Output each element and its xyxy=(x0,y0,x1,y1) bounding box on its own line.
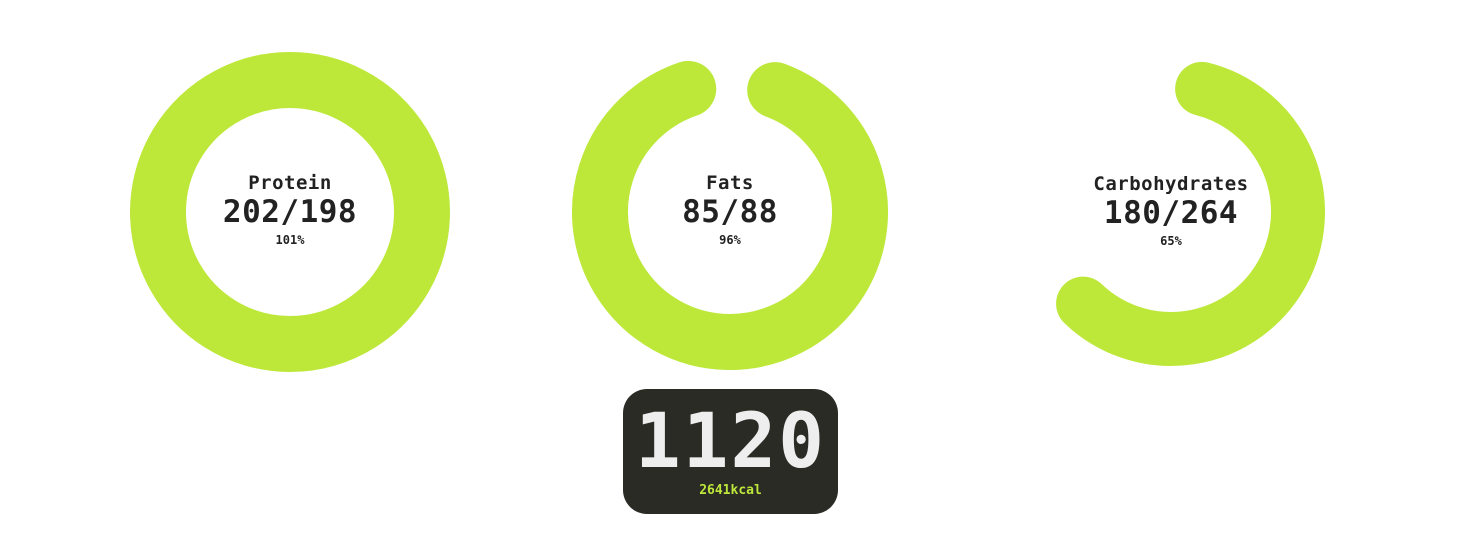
protein-summary: Protein 202/198 101% xyxy=(170,172,410,248)
protein-percent: 101% xyxy=(275,233,305,247)
carbohydrates-label: Carbohydrates xyxy=(1093,173,1249,195)
fats-value: 85/88 xyxy=(682,194,778,230)
protein-value: 202/198 xyxy=(222,194,358,230)
carbohydrates-percent: 65% xyxy=(1160,234,1182,248)
carbohydrates-value: 180/264 xyxy=(1103,195,1239,231)
fats-summary: Fats 85/88 96% xyxy=(610,172,850,248)
calories-remaining: 1120 xyxy=(634,396,827,485)
fats-percent: 96% xyxy=(719,233,741,247)
protein-label: Protein xyxy=(248,172,332,194)
carbohydrates-summary: Carbohydrates 180/264 65% xyxy=(1051,173,1291,249)
calorie-card: 1120 2641kcal xyxy=(623,389,838,514)
calorie-goal: 2641kcal xyxy=(699,483,762,498)
fats-label: Fats xyxy=(706,172,754,194)
